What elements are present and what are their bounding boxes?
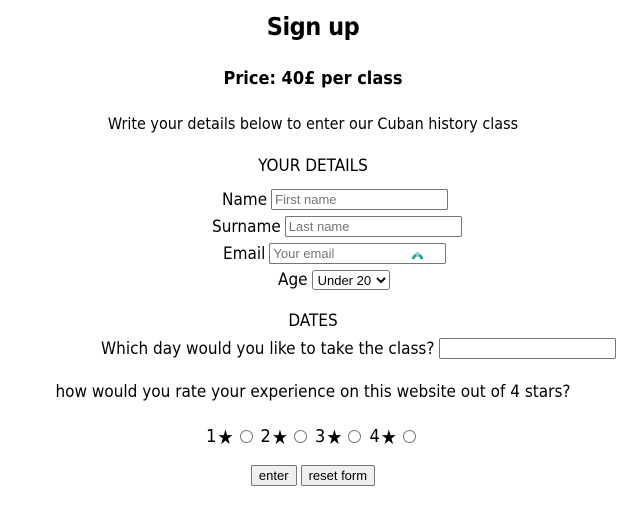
page-title: Sign up <box>266 12 360 41</box>
rating-number-1: 1 <box>206 426 217 447</box>
age-row: Age Under 20 <box>278 270 390 290</box>
rating-radio-2[interactable] <box>294 430 307 443</box>
age-label: Age <box>278 270 308 290</box>
age-select[interactable]: Under 20 <box>311 270 390 290</box>
date-question: Which day would you like to take the cla… <box>101 338 435 359</box>
rating-group: 1 ★ 2 ★ 3 ★ 4 ★ <box>0 426 626 447</box>
rating-radio-1[interactable] <box>239 430 253 443</box>
dates-heading: DATES <box>288 311 338 331</box>
star-icon: ★ <box>326 424 343 449</box>
first-name-input[interactable] <box>271 189 449 210</box>
email-row: Email <box>223 243 447 264</box>
rating-radio-3[interactable] <box>348 430 362 443</box>
reset-form-button[interactable]: reset form <box>300 465 376 486</box>
email-field-wrap <box>269 243 447 264</box>
rating-number-3: 3 <box>315 426 326 447</box>
rating-number-2: 2 <box>260 426 271 447</box>
name-label: Name <box>222 189 268 210</box>
date-input[interactable] <box>438 338 616 359</box>
rating-option-4: 4 ★ <box>369 426 419 447</box>
enter-button[interactable]: enter <box>250 465 297 486</box>
email-label: Email <box>223 243 266 264</box>
intro-text: Write your details below to enter our Cu… <box>107 114 519 133</box>
surname-label: Surname <box>212 216 281 237</box>
star-icon: ★ <box>217 424 234 449</box>
last-name-input[interactable] <box>284 216 462 237</box>
date-row: Which day would you like to take the cla… <box>101 338 616 359</box>
rating-option-2: 2 ★ <box>261 426 311 447</box>
password-manager-icon[interactable] <box>411 247 424 260</box>
name-row: Name <box>222 189 449 210</box>
details-heading: YOUR DETAILS <box>258 156 368 176</box>
star-icon: ★ <box>380 424 397 449</box>
rating-option-1: 1 ★ <box>206 426 256 447</box>
rating-question: how would you rate your experience on th… <box>55 382 571 402</box>
surname-row: Surname <box>212 216 462 237</box>
rating-option-3: 3 ★ <box>315 426 365 447</box>
price-text: Price: 40£ per class <box>223 68 403 89</box>
form-buttons: enter reset form <box>0 465 626 486</box>
rating-radio-4[interactable] <box>402 430 416 443</box>
star-icon: ★ <box>271 424 288 449</box>
rating-number-4: 4 <box>369 426 380 447</box>
